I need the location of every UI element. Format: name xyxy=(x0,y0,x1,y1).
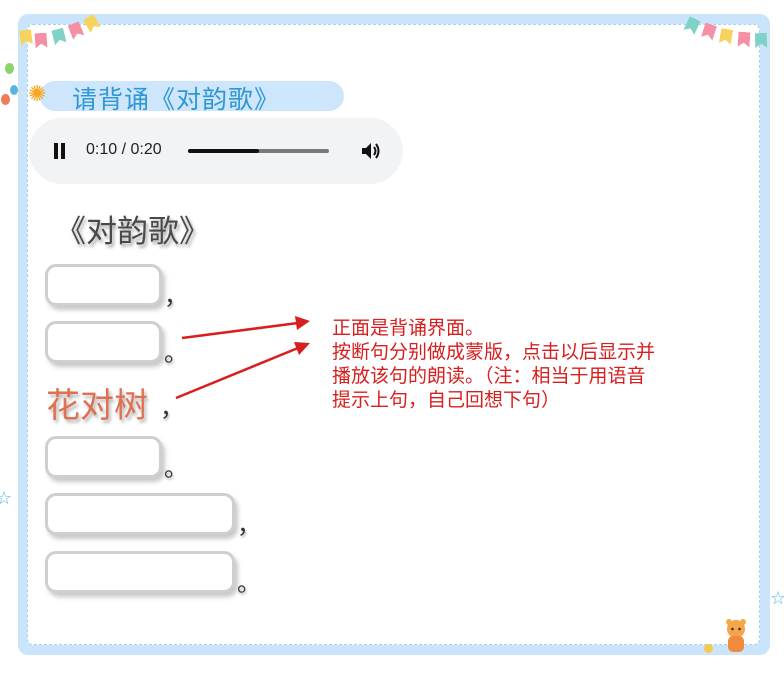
annotation-note: 正面是背诵界面。 按断句分别做成蒙版，点击以后显示并 播放该句的朗读。（注：相当… xyxy=(332,316,772,412)
annotation-line-3: 播放该句的朗读。（注：相当于用语音 xyxy=(332,365,646,387)
arrow-1 xyxy=(181,321,299,340)
annotation-line-1: 正面是背诵界面。 xyxy=(332,317,485,339)
arrow-2 xyxy=(175,346,299,400)
mascot-decoration xyxy=(726,619,746,652)
arrowhead-1 xyxy=(295,316,310,330)
flower-icon xyxy=(704,644,713,653)
annotation-line-4: 提示上句，自己回想下句） xyxy=(332,389,561,411)
annotation-line-2: 按断句分别做成蒙版，点击以后显示并 xyxy=(332,341,656,363)
